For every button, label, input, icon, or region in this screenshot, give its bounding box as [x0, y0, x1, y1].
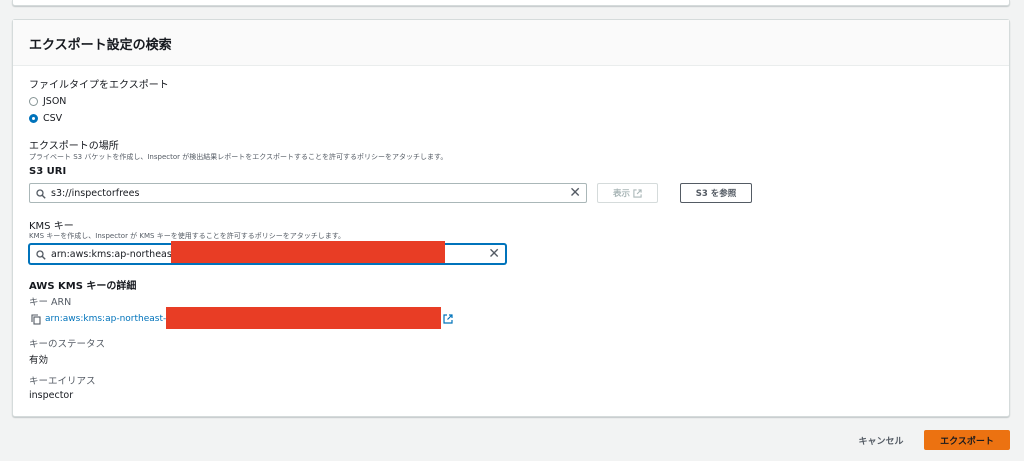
browse-s3-button[interactable]: S3 を参照	[680, 183, 752, 203]
copy-icon[interactable]	[31, 314, 41, 325]
radio-json-label: JSON	[43, 96, 67, 107]
cancel-button[interactable]: キャンセル	[846, 430, 916, 450]
s3-uri-label: S3 URI	[29, 166, 67, 177]
file-type-label: ファイルタイプをエクスポート	[29, 80, 169, 91]
clear-icon[interactable]: ✕	[569, 185, 581, 201]
view-button-label: 表示	[612, 189, 630, 199]
radio-json[interactable]: JSON	[29, 96, 109, 108]
s3-uri-input[interactable]: s3://inspectorfrees ✕	[29, 183, 587, 203]
external-link-icon	[633, 188, 642, 198]
key-status-value: 有効	[29, 355, 49, 366]
key-arn-link[interactable]: arn:aws:kms:ap-northeast-1	[45, 314, 172, 324]
redaction-box	[171, 241, 445, 263]
view-button[interactable]: 表示	[597, 183, 658, 203]
key-arn-label: キー ARN	[29, 297, 72, 308]
panel-title: エクスポート設定の検索	[29, 38, 172, 53]
radio-csv[interactable]: CSV	[29, 113, 109, 125]
external-link-icon[interactable]	[443, 314, 453, 324]
key-alias-label: キーエイリアス	[29, 376, 96, 387]
radio-csv-label: CSV	[43, 113, 63, 124]
key-status-label: キーのステータス	[29, 339, 106, 350]
redaction-box	[166, 307, 441, 329]
radio-csv-circle[interactable]	[29, 114, 38, 123]
kms-key-description: KMS キーを作成し、Inspector が KMS キーを使用することを許可す…	[29, 232, 345, 240]
kms-key-value: arn:aws:kms:ap-northeast-1	[51, 249, 186, 260]
search-icon	[36, 250, 46, 260]
panel-header: エクスポート設定の検索	[13, 20, 1009, 66]
previous-section-card	[12, 0, 1010, 6]
search-icon	[36, 189, 46, 199]
export-settings-panel: エクスポート設定の検索 ファイルタイプをエクスポート JSON CSV エクスポ…	[12, 19, 1010, 417]
key-alias-value: inspector	[29, 390, 74, 401]
s3-uri-value: s3://inspectorfrees	[51, 188, 140, 199]
kms-key-label: KMS キー	[29, 221, 74, 232]
export-button[interactable]: エクスポート	[924, 430, 1010, 450]
export-location-label: エクスポートの場所	[29, 141, 119, 152]
kms-details-heading: AWS KMS キーの詳細	[29, 281, 137, 292]
clear-icon[interactable]: ✕	[488, 246, 500, 262]
export-location-description: プライベート S3 バケットを作成し、Inspector が検出結果レポートをエ…	[29, 153, 448, 161]
radio-json-circle[interactable]	[29, 97, 38, 106]
